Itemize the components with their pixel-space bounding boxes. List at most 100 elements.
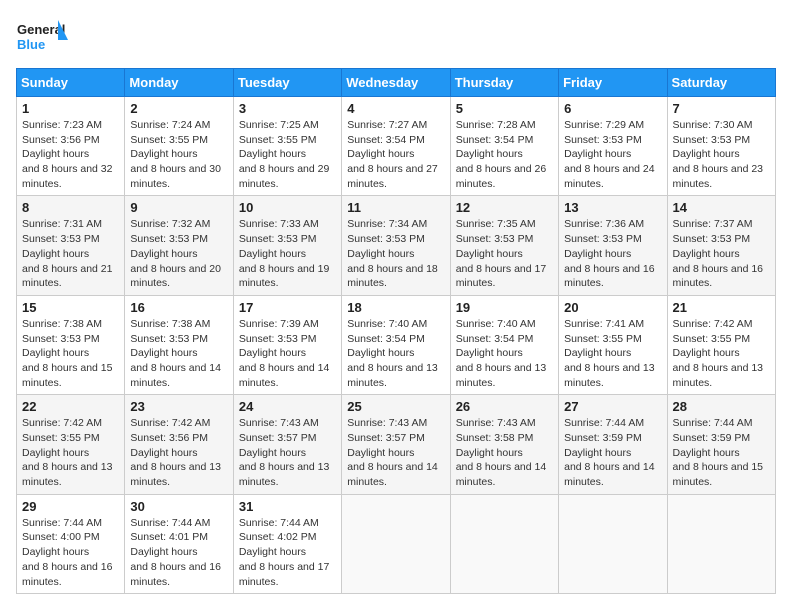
calendar-week-row: 22 Sunrise: 7:42 AM Sunset: 3:55 PM Dayl…	[17, 395, 776, 494]
daylight-value: and 8 hours and 14 minutes.	[347, 461, 438, 488]
calendar-cell: 7 Sunrise: 7:30 AM Sunset: 3:53 PM Dayli…	[667, 97, 775, 196]
calendar-cell: 31 Sunrise: 7:44 AM Sunset: 4:02 PM Dayl…	[233, 494, 341, 593]
daylight-label: Daylight hours	[22, 148, 89, 160]
calendar-cell: 1 Sunrise: 7:23 AM Sunset: 3:56 PM Dayli…	[17, 97, 125, 196]
daylight-value: and 8 hours and 19 minutes.	[239, 263, 330, 290]
daylight-value: and 8 hours and 16 minutes.	[130, 561, 221, 588]
sunrise-label: Sunrise: 7:43 AM	[347, 417, 427, 429]
day-info: Sunrise: 7:38 AM Sunset: 3:53 PM Dayligh…	[22, 317, 119, 390]
day-info: Sunrise: 7:37 AM Sunset: 3:53 PM Dayligh…	[673, 217, 770, 290]
sunrise-label: Sunrise: 7:40 AM	[347, 318, 427, 330]
daylight-label: Daylight hours	[130, 347, 197, 359]
sunrise-label: Sunrise: 7:30 AM	[673, 119, 753, 131]
day-number: 20	[564, 300, 661, 315]
sunrise-label: Sunrise: 7:28 AM	[456, 119, 536, 131]
day-number: 19	[456, 300, 553, 315]
calendar-cell: 15 Sunrise: 7:38 AM Sunset: 3:53 PM Dayl…	[17, 295, 125, 394]
day-number: 2	[130, 101, 227, 116]
sunset-label: Sunset: 3:53 PM	[564, 134, 642, 146]
sunrise-label: Sunrise: 7:29 AM	[564, 119, 644, 131]
day-number: 28	[673, 399, 770, 414]
day-info: Sunrise: 7:42 AM Sunset: 3:55 PM Dayligh…	[673, 317, 770, 390]
page-header: General Blue	[16, 16, 776, 60]
daylight-label: Daylight hours	[22, 447, 89, 459]
day-number: 16	[130, 300, 227, 315]
calendar-cell: 2 Sunrise: 7:24 AM Sunset: 3:55 PM Dayli…	[125, 97, 233, 196]
day-number: 17	[239, 300, 336, 315]
daylight-label: Daylight hours	[673, 248, 740, 260]
sunrise-label: Sunrise: 7:43 AM	[239, 417, 319, 429]
day-info: Sunrise: 7:35 AM Sunset: 3:53 PM Dayligh…	[456, 217, 553, 290]
calendar-cell: 10 Sunrise: 7:33 AM Sunset: 3:53 PM Dayl…	[233, 196, 341, 295]
daylight-value: and 8 hours and 14 minutes.	[130, 362, 221, 389]
sunrise-label: Sunrise: 7:43 AM	[456, 417, 536, 429]
day-info: Sunrise: 7:24 AM Sunset: 3:55 PM Dayligh…	[130, 118, 227, 191]
sunset-label: Sunset: 3:56 PM	[22, 134, 100, 146]
daylight-value: and 8 hours and 15 minutes.	[22, 362, 113, 389]
daylight-label: Daylight hours	[239, 148, 306, 160]
calendar-week-row: 29 Sunrise: 7:44 AM Sunset: 4:00 PM Dayl…	[17, 494, 776, 593]
daylight-value: and 8 hours and 14 minutes.	[456, 461, 547, 488]
day-info: Sunrise: 7:29 AM Sunset: 3:53 PM Dayligh…	[564, 118, 661, 191]
day-info: Sunrise: 7:44 AM Sunset: 4:00 PM Dayligh…	[22, 516, 119, 589]
sunset-label: Sunset: 3:55 PM	[564, 333, 642, 345]
daylight-value: and 8 hours and 26 minutes.	[456, 163, 547, 190]
calendar-cell: 19 Sunrise: 7:40 AM Sunset: 3:54 PM Dayl…	[450, 295, 558, 394]
calendar-cell: 30 Sunrise: 7:44 AM Sunset: 4:01 PM Dayl…	[125, 494, 233, 593]
sunrise-label: Sunrise: 7:35 AM	[456, 218, 536, 230]
daylight-value: and 8 hours and 32 minutes.	[22, 163, 113, 190]
calendar-cell: 26 Sunrise: 7:43 AM Sunset: 3:58 PM Dayl…	[450, 395, 558, 494]
day-info: Sunrise: 7:38 AM Sunset: 3:53 PM Dayligh…	[130, 317, 227, 390]
day-number: 3	[239, 101, 336, 116]
calendar-table: SundayMondayTuesdayWednesdayThursdayFrid…	[16, 68, 776, 594]
day-of-week-header: Friday	[559, 69, 667, 97]
daylight-label: Daylight hours	[347, 347, 414, 359]
calendar-cell: 12 Sunrise: 7:35 AM Sunset: 3:53 PM Dayl…	[450, 196, 558, 295]
sunset-label: Sunset: 3:53 PM	[564, 233, 642, 245]
daylight-value: and 8 hours and 13 minutes.	[347, 362, 438, 389]
day-of-week-header: Tuesday	[233, 69, 341, 97]
calendar-cell: 13 Sunrise: 7:36 AM Sunset: 3:53 PM Dayl…	[559, 196, 667, 295]
sunset-label: Sunset: 3:57 PM	[239, 432, 317, 444]
day-info: Sunrise: 7:34 AM Sunset: 3:53 PM Dayligh…	[347, 217, 444, 290]
sunrise-label: Sunrise: 7:44 AM	[673, 417, 753, 429]
logo-svg: General Blue	[16, 16, 68, 60]
daylight-label: Daylight hours	[347, 447, 414, 459]
day-number: 21	[673, 300, 770, 315]
sunrise-label: Sunrise: 7:40 AM	[456, 318, 536, 330]
calendar-week-row: 8 Sunrise: 7:31 AM Sunset: 3:53 PM Dayli…	[17, 196, 776, 295]
calendar-cell: 6 Sunrise: 7:29 AM Sunset: 3:53 PM Dayli…	[559, 97, 667, 196]
calendar-cell: 24 Sunrise: 7:43 AM Sunset: 3:57 PM Dayl…	[233, 395, 341, 494]
daylight-value: and 8 hours and 18 minutes.	[347, 263, 438, 290]
day-info: Sunrise: 7:39 AM Sunset: 3:53 PM Dayligh…	[239, 317, 336, 390]
day-info: Sunrise: 7:42 AM Sunset: 3:56 PM Dayligh…	[130, 416, 227, 489]
day-info: Sunrise: 7:23 AM Sunset: 3:56 PM Dayligh…	[22, 118, 119, 191]
daylight-value: and 8 hours and 13 minutes.	[564, 362, 655, 389]
daylight-value: and 8 hours and 23 minutes.	[673, 163, 764, 190]
sunrise-label: Sunrise: 7:38 AM	[130, 318, 210, 330]
daylight-value: and 8 hours and 16 minutes.	[564, 263, 655, 290]
day-number: 31	[239, 499, 336, 514]
sunrise-label: Sunrise: 7:27 AM	[347, 119, 427, 131]
calendar-cell: 14 Sunrise: 7:37 AM Sunset: 3:53 PM Dayl…	[667, 196, 775, 295]
day-number: 15	[22, 300, 119, 315]
sunrise-label: Sunrise: 7:41 AM	[564, 318, 644, 330]
day-number: 13	[564, 200, 661, 215]
logo: General Blue	[16, 16, 68, 60]
sunset-label: Sunset: 3:54 PM	[456, 134, 534, 146]
daylight-label: Daylight hours	[130, 148, 197, 160]
sunset-label: Sunset: 3:53 PM	[22, 333, 100, 345]
daylight-label: Daylight hours	[456, 447, 523, 459]
calendar-cell: 18 Sunrise: 7:40 AM Sunset: 3:54 PM Dayl…	[342, 295, 450, 394]
sunset-label: Sunset: 3:54 PM	[347, 134, 425, 146]
calendar-cell: 28 Sunrise: 7:44 AM Sunset: 3:59 PM Dayl…	[667, 395, 775, 494]
day-number: 22	[22, 399, 119, 414]
daylight-label: Daylight hours	[564, 347, 631, 359]
day-number: 6	[564, 101, 661, 116]
daylight-value: and 8 hours and 20 minutes.	[130, 263, 221, 290]
day-of-week-header: Wednesday	[342, 69, 450, 97]
day-number: 24	[239, 399, 336, 414]
daylight-value: and 8 hours and 16 minutes.	[22, 561, 113, 588]
day-number: 27	[564, 399, 661, 414]
calendar-cell: 27 Sunrise: 7:44 AM Sunset: 3:59 PM Dayl…	[559, 395, 667, 494]
